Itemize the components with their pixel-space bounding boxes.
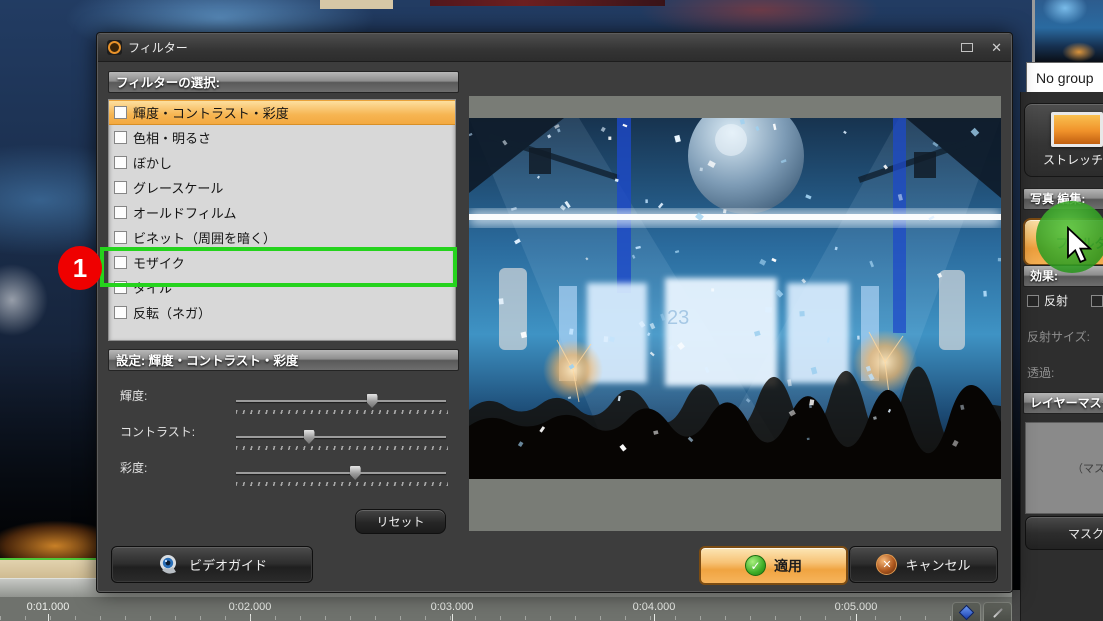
reset-button[interactable]: リセット	[355, 509, 446, 534]
filter-item-label: ビネット（周囲を暗く）	[133, 231, 277, 246]
apply-button-label: 適用	[774, 557, 802, 574]
timeline-clip-strip	[0, 558, 97, 580]
filter-item-label: 輝度・コントラスト・彩度	[133, 106, 289, 121]
minimize-button[interactable]	[961, 43, 974, 52]
transparency-label: 透過:	[1027, 366, 1055, 380]
background-clip-fragment	[320, 0, 393, 9]
filter-app-icon	[107, 40, 122, 55]
slider-thumb[interactable]	[349, 466, 361, 480]
dialog-titlebar[interactable]: フィルター ✕	[98, 34, 1011, 62]
group-select[interactable]: No group	[1026, 62, 1103, 93]
picture-icon	[1051, 112, 1103, 147]
slider-thumb[interactable]	[303, 430, 315, 444]
slider-ticks	[236, 482, 448, 486]
check-icon: ✓	[745, 555, 766, 576]
filter-item-label: 色相・明るさ	[133, 131, 212, 146]
preview-image: 23	[469, 118, 1001, 479]
second-effect-checkbox[interactable]	[1091, 294, 1103, 307]
filter-item-invert[interactable]: 反転（ネガ）	[109, 300, 455, 325]
tick-mark	[654, 614, 655, 621]
filter-item-old-film[interactable]: オールドフィルム	[109, 200, 455, 225]
preview-panel: 23	[469, 96, 1001, 531]
video-guide-button[interactable]: ビデオガイド	[111, 546, 313, 583]
filter-select-header: フィルターの選択:	[108, 71, 459, 93]
cancel-button[interactable]: ✕ キャンセル	[849, 546, 998, 583]
blue-diamond-icon	[958, 604, 975, 621]
filter-dialog: フィルター ✕ フィルターの選択: 輝度・コントラスト・彩度 色相・明るさ ぼか…	[96, 32, 1013, 593]
mouse-cursor-icon	[1067, 226, 1092, 264]
time-tick: 0:05.000	[834, 601, 878, 613]
sidebar-panel: ストレッチ 写真 編集: フィルター 効果: 反射 反射サイズ: 透過: レイヤ…	[1020, 92, 1103, 621]
filter-checkbox[interactable]	[114, 181, 127, 194]
filter-list: 輝度・コントラスト・彩度 色相・明るさ ぼかし グレースケール オールドフィルム…	[108, 99, 456, 341]
slider-thumb[interactable]	[366, 394, 378, 408]
reflection-size-label: 反射サイズ:	[1027, 330, 1090, 344]
slider-ticks	[236, 446, 448, 450]
filter-checkbox[interactable]	[114, 231, 127, 244]
filter-item-label: オールドフィルム	[133, 206, 237, 221]
settings-header: 設定: 輝度・コントラスト・彩度	[108, 349, 459, 371]
timeline-tool-button[interactable]	[952, 602, 981, 621]
filter-item-hue-lightness[interactable]: 色相・明るさ	[109, 125, 455, 150]
brightness-slider[interactable]	[236, 394, 446, 408]
video-guide-label: ビデオガイド	[188, 558, 267, 573]
contrast-label: コントラスト:	[120, 425, 196, 439]
reflection-label: 反射	[1044, 294, 1069, 308]
reflection-checkbox[interactable]	[1027, 294, 1039, 307]
filter-item-blur[interactable]: ぼかし	[109, 150, 455, 175]
stretch-label: ストレッチ	[1043, 153, 1103, 167]
time-tick: 0:03.000	[430, 601, 474, 613]
tick-mark	[48, 614, 49, 621]
filter-item-label: グレースケール	[133, 181, 224, 196]
reflection-row: 反射	[1027, 292, 1103, 309]
mask-button[interactable]: マスク	[1025, 516, 1103, 550]
timeline-ruler[interactable]: 0:01.000 0:02.000 0:03.000 0:04.000 0:05…	[0, 597, 1013, 621]
filter-item-brightness-contrast-saturation[interactable]: 輝度・コントラスト・彩度	[109, 100, 455, 125]
filter-checkbox[interactable]	[114, 156, 127, 169]
contrast-slider[interactable]	[236, 430, 446, 444]
filter-checkbox[interactable]	[114, 306, 127, 319]
reset-button-label: リセット	[376, 515, 425, 529]
stage-screen-text: 23	[667, 307, 689, 329]
right-sidebar: No group ストレッチ 写真 編集: フィルター 効果: 反射 反射サイズ…	[1020, 0, 1103, 621]
tick-mark	[452, 614, 453, 621]
annotation-step-marker: 1	[58, 246, 102, 290]
clip-thumbnail[interactable]	[1032, 0, 1103, 62]
time-tick: 0:04.000	[632, 601, 676, 613]
dialog-title: フィルター	[128, 41, 188, 55]
mask-empty-label: （マスク 未	[1071, 463, 1103, 475]
filter-checkbox[interactable]	[114, 206, 127, 219]
x-icon: ✕	[876, 554, 898, 575]
annotation-highlight-box	[100, 247, 457, 287]
pencil-icon	[992, 607, 1003, 618]
app-window: 0:01.000 0:02.000 0:03.000 0:04.000 0:05…	[0, 0, 1103, 621]
layer-mask-header: レイヤーマスク	[1023, 392, 1103, 414]
cancel-button-label: キャンセル	[905, 558, 971, 573]
filter-item-label: ぼかし	[133, 156, 173, 171]
group-select-value: No group	[1036, 69, 1094, 86]
webcam-icon	[159, 554, 176, 574]
tick-mark	[856, 614, 857, 621]
stretch-button[interactable]: ストレッチ	[1024, 103, 1103, 177]
slider-ticks	[236, 410, 448, 414]
apply-button[interactable]: ✓ 適用	[699, 546, 848, 585]
saturation-slider[interactable]	[236, 466, 446, 480]
mask-button-label: マスク	[1068, 526, 1103, 541]
tick-mark	[250, 614, 251, 621]
saturation-label: 彩度:	[120, 461, 148, 475]
step-number: 1	[72, 252, 88, 283]
filter-checkbox[interactable]	[114, 131, 127, 144]
timeline-tool-button[interactable]	[983, 602, 1012, 621]
time-tick: 0:02.000	[228, 601, 272, 613]
brightness-label: 輝度:	[120, 389, 148, 403]
filter-checkbox[interactable]	[114, 106, 127, 119]
background-clip-fragment	[430, 0, 665, 6]
close-button[interactable]: ✕	[991, 41, 1002, 54]
time-tick: 0:01.000	[26, 601, 70, 613]
filter-item-grayscale[interactable]: グレースケール	[109, 175, 455, 200]
filter-item-label: 反転（ネガ）	[133, 306, 212, 321]
mask-preview-box: （マスク 未	[1025, 422, 1103, 514]
